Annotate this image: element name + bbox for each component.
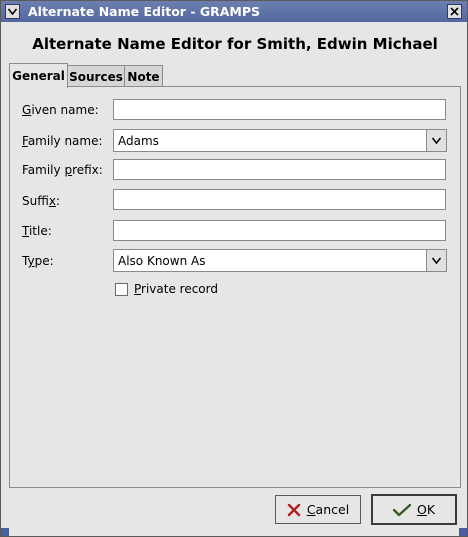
type-combo[interactable]: Also Known As xyxy=(113,249,447,272)
ok-check-icon xyxy=(392,503,411,516)
dialog-heading: Alternate Name Editor for Smith, Edwin M… xyxy=(32,35,438,53)
suffix-field[interactable] xyxy=(113,189,446,210)
tab-note[interactable]: Note xyxy=(124,65,163,87)
resize-corner-left[interactable] xyxy=(1,528,9,536)
family-prefix-label: Family prefix: xyxy=(22,163,103,177)
given-name-label: Given name: xyxy=(22,103,99,117)
tab-label: Note xyxy=(127,69,160,84)
close-icon xyxy=(450,7,459,16)
type-value[interactable]: Also Known As xyxy=(118,254,205,268)
cancel-button[interactable]: Cancel xyxy=(275,495,361,524)
window-menu-button[interactable] xyxy=(5,4,20,19)
resize-corner-right[interactable] xyxy=(459,528,467,536)
family-prefix-field[interactable] xyxy=(113,159,446,180)
family-name-combo[interactable]: Adams xyxy=(113,129,447,152)
tab-label: General xyxy=(12,69,65,83)
title-label: Title: xyxy=(22,224,52,238)
type-dropdown-button[interactable] xyxy=(426,250,446,271)
ok-button[interactable]: OK xyxy=(371,494,457,525)
private-record-option[interactable]: Private record xyxy=(115,282,218,296)
given-name-field[interactable] xyxy=(113,99,446,120)
tab-general[interactable]: General xyxy=(9,63,68,88)
cancel-x-icon xyxy=(287,503,301,516)
tab-label: Sources xyxy=(69,69,123,84)
family-name-value[interactable]: Adams xyxy=(118,134,159,148)
title-bar[interactable]: Alternate Name Editor - GRAMPS xyxy=(1,1,467,22)
family-name-dropdown-button[interactable] xyxy=(426,130,446,151)
dialog-window: Alternate Name Editor - GRAMPS Alternate… xyxy=(0,0,468,537)
window-title: Alternate Name Editor - GRAMPS xyxy=(28,4,261,19)
chevron-down-icon xyxy=(8,8,17,15)
title-field[interactable] xyxy=(113,220,446,241)
cancel-label: Cancel xyxy=(306,502,350,517)
chevron-down-icon xyxy=(432,257,441,264)
suffix-label: Suffix: xyxy=(22,194,60,208)
chevron-down-icon xyxy=(432,137,441,144)
private-record-checkbox[interactable] xyxy=(115,282,128,296)
ok-label: OK xyxy=(416,502,436,517)
private-record-label: Private record xyxy=(134,282,218,296)
window-close-button[interactable] xyxy=(447,4,462,19)
family-name-label: Family name: xyxy=(22,134,103,148)
tab-sources[interactable]: Sources xyxy=(67,65,125,87)
type-label: Type: xyxy=(22,254,54,268)
